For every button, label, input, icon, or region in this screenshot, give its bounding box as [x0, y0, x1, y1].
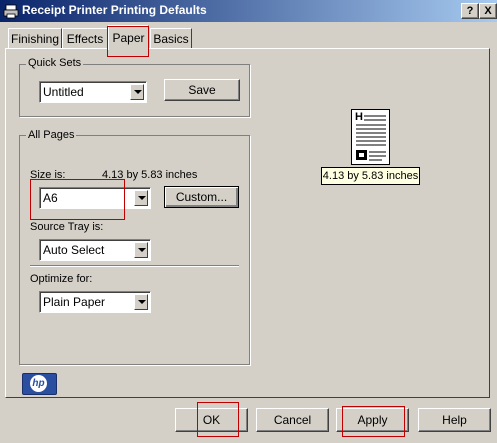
help-title-button[interactable]: ?: [461, 3, 479, 19]
optimize-select[interactable]: Plain Paper: [39, 291, 151, 313]
custom-size-button[interactable]: Custom...: [164, 186, 239, 208]
optimize-label: Optimize for:: [30, 273, 93, 285]
close-title-button[interactable]: X: [479, 3, 497, 19]
title-bar[interactable]: Receipt Printer Printing Defaults ? X: [0, 0, 497, 22]
window-title: Receipt Printer Printing Defaults: [22, 3, 207, 17]
tab-finishing[interactable]: Finishing: [8, 28, 62, 49]
source-tray-select[interactable]: Auto Select: [39, 239, 151, 261]
tab-basics[interactable]: Basics: [150, 28, 192, 49]
source-tray-label: Source Tray is:: [30, 221, 104, 233]
quick-sets-value: Untitled: [43, 85, 84, 99]
document-lines-icon: [356, 115, 386, 161]
page-preview: H: [351, 109, 390, 165]
size-value: 4.13 by 5.83 inches: [102, 169, 198, 181]
chevron-down-icon[interactable]: [134, 190, 148, 206]
paper-size-value: A6: [43, 191, 58, 205]
tab-effects[interactable]: Effects: [62, 28, 108, 49]
optimize-value: Plain Paper: [43, 295, 106, 309]
all-pages-legend: All Pages: [26, 129, 77, 141]
apply-button[interactable]: Apply: [336, 408, 409, 432]
active-tab-joint: [110, 47, 148, 50]
paper-size-select[interactable]: A6: [39, 187, 151, 209]
hp-logo: hp: [22, 373, 57, 395]
source-tray-value: Auto Select: [43, 243, 105, 257]
hp-logo-text: hp: [30, 375, 47, 392]
quick-sets-legend: Quick Sets: [26, 57, 84, 69]
chevron-down-icon[interactable]: [134, 294, 148, 310]
divider: [30, 265, 239, 267]
chevron-down-icon[interactable]: [130, 84, 144, 100]
help-button[interactable]: Help: [418, 408, 491, 432]
cancel-button[interactable]: Cancel: [256, 408, 329, 432]
ok-button[interactable]: OK: [175, 408, 248, 432]
quick-sets-select[interactable]: Untitled: [39, 81, 147, 103]
printer-icon: [3, 4, 19, 19]
size-label: Size is:: [30, 169, 66, 181]
save-button[interactable]: Save: [164, 79, 240, 101]
chevron-down-icon[interactable]: [134, 242, 148, 258]
preview-caption: 4.13 by 5.83 inches: [321, 167, 420, 185]
